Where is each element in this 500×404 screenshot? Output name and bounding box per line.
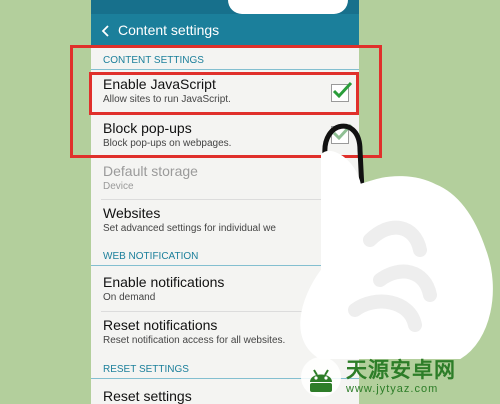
watermark: 天源安卓网 www.jytyaz.com: [300, 350, 500, 404]
android-logo-icon: [301, 357, 341, 397]
watermark-text: 天源安卓网 www.jytyaz.com: [346, 359, 456, 396]
tapping-hand-icon: [300, 123, 493, 359]
redaction-overlay: [228, 0, 348, 14]
page-title: Content settings: [118, 22, 220, 38]
watermark-url: www.jytyaz.com: [346, 382, 439, 395]
watermark-title: 天源安卓网: [346, 358, 456, 382]
back-arrow-icon[interactable]: [100, 24, 112, 37]
status-bar: [91, 0, 359, 14]
action-bar: Content settings: [91, 14, 359, 46]
